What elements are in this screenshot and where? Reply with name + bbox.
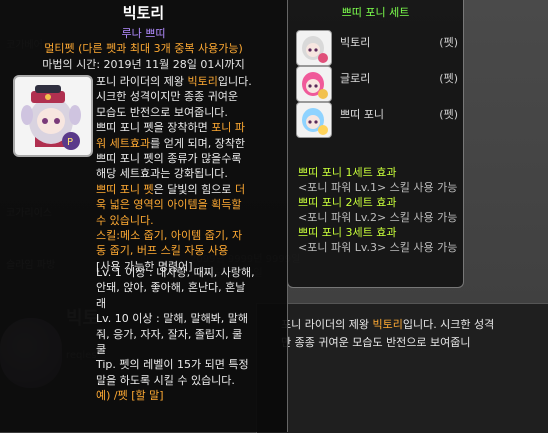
item-rarity: 루나 쁘띠 [121,27,166,40]
item-description: 포니 라이더의 제왕 빅토리입니다. 시크한 성격이지만 종종 귀여운 모습도 반전… [96,74,282,274]
set-pet-item: 빅토리 (펫) [296,30,458,66]
description-line: 동 줍기, 버프 스킬 자동 사용 [96,243,282,258]
pet-thumbnail-icon [296,102,332,138]
command-line: 래 [96,296,282,311]
description-line-segment: 동 줍기, 버프 스킬 자동 사용 [96,244,229,258]
command-line-segment: 말을 하도록 시킬 수 있습니다. [96,373,235,387]
magic-time: 마법의 시간: 2019년 11월 28일 01시까지 [42,58,245,71]
pet-icon: P [13,75,93,157]
command-line-segment: 쿨 [96,343,107,357]
pet-thumbnail-icon [296,30,332,66]
command-line: Lv. 1 이상 : 내사랑, 때찌, 사랑해, [96,265,282,280]
description-line-segment: 욱 넓은 영역의 아이템을 획득할 [96,198,242,212]
description-line-segment: 시크한 성격이지만 종종 귀여운 [96,90,239,104]
item-tooltip: 빅토리 루나 쁘띠 멀티펫 (다른 펫과 최대 3개 중복 사용가능) 마법의 … [0,0,288,432]
set-pet-item: 쁘띠 포니 (펫) [296,102,458,138]
panel-line: 포니 라이더의 제왕 빅토리입니다. 시크한 성격 [281,316,545,334]
description-line-segment: 를 얻게 되며, 장착한 [150,136,246,150]
set-pet-name: 쁘띠 포니 [340,108,384,121]
command-line-segment: Lv. 10 이상 : 말해, 말해봐, 말해 [96,312,249,326]
description-line-segment: 워 세트효과 [96,136,151,150]
description-line-segment: 포니 파 [211,121,246,135]
description-line-segment: 스킬:메소 줍기, 아이템 줍기, 자 [96,229,243,243]
description-line: 스킬:메소 줍기, 아이템 줍기, 자 [96,228,282,243]
description-line: 쁘띠 포니 펫을 장착하면 포니 파 [96,120,282,135]
set-pet-name: 빅토리 [340,36,371,49]
description-line-segment: 은 달빛의 힘으로 [153,182,235,196]
description-line: 해당 세트효과는 강화됩니다. [96,166,282,181]
multi-pet-note: 멀티펫 (다른 펫과 최대 3개 중복 사용가능) [44,42,243,55]
command-line-segment: 래 [96,296,107,310]
command-line-segment: 안돼, 앉아, 좋아해, 혼난다, 혼날 [96,281,246,295]
svg-text:P: P [67,137,73,148]
description-line-segment: 더 [234,182,246,196]
description-line-segment: 쁘띠 포니 펫 [96,182,154,196]
panel-line-segment: 포니 라이더의 제왕 [281,318,373,331]
set-effect-detail: <포니 파워 Lv.3> 스킬 사용 가능 [298,241,458,254]
description-line-segment: 포니 라이더의 제왕 [96,75,188,88]
command-line-segment: 예) /펫 [할 말] [96,389,164,403]
set-pet-item: 글로리 (펫) [296,66,458,102]
item-title: 빅토리 [122,4,165,22]
panel-line-segment: 빅토리 [372,318,403,331]
pet-thumbnail-icon [296,66,332,102]
set-pet-tag: (펫) [439,72,458,85]
description-line: 욱 넓은 영역의 아이템을 획득할 [96,197,282,212]
command-line: Lv. 10 이상 : 말해, 말해봐, 말해 [96,311,282,326]
command-line-segment: Lv. 1 이상 : 내사랑, 때찌, 사랑해, [96,266,255,279]
set-pet-name: 글로리 [340,72,371,85]
set-effect-detail: <포니 파워 Lv.1> 스킬 사용 가능 [298,181,458,194]
command-line: 쿨 [96,342,282,357]
panel-line-segment: 입니다. 시크한 성격 [402,318,495,331]
description-line-segment: 모습도 반전으로 보여줍니다. [96,105,228,119]
set-effect-header: 쁘띠 포니 3세트 효과 [298,226,397,239]
set-pet-tag: (펫) [439,108,458,121]
set-title: 쁘띠 포니 세트 [341,6,410,19]
command-line: 안돼, 앉아, 좋아해, 혼난다, 혼날 [96,280,282,295]
description-line: 모습도 반전으로 보여줍니다. [96,105,282,120]
pet-description-text: 포니 라이더의 제왕 빅토리입니다. 시크한 성격만 종종 귀여운 모습도 반전… [281,316,545,352]
set-effect-header: 쁘띠 포니 2세트 효과 [298,196,397,209]
panel-line: 만 종종 귀여운 모습도 반전으로 보여줍니 [281,334,545,352]
command-line: 예) /펫 [할 말] [96,388,282,403]
panel-line-segment: 만 종종 귀여운 모습도 반전으로 보여줍니 [281,336,471,349]
item-commands: Lv. 1 이상 : 내사랑, 때찌, 사랑해, 안돼, 앉아, 좋아해, 혼난다… [96,265,282,404]
set-effect-header: 쁘띠 포니 1세트 효과 [298,166,397,179]
pet-description-panel: 포니 라이더의 제왕 빅토리입니다. 시크한 성격만 종종 귀여운 모습도 반전… [256,303,548,433]
command-line: Tip. 펫의 레벨이 15가 되면 특정 [96,357,282,372]
description-line: 포니 라이더의 제왕 빅토리입니다. [96,74,282,89]
command-line: 말을 하도록 시킬 수 있습니다. [96,373,282,388]
command-line-segment: Tip. 펫의 레벨이 15가 되면 특정 [96,358,249,372]
description-line: 쁘띠 포니 펫은 달빛의 힘으로 더 [96,182,282,197]
description-line: 워 세트효과를 얻게 되며, 장착한 [96,136,282,151]
description-line-segment: 쁘띠 포니 펫을 장착하면 [96,121,212,135]
set-effect-detail: <포니 파워 Lv.2> 스킬 사용 가능 [298,211,458,224]
description-line-segment: 빅토리 [187,75,218,88]
description-line: 쁘띠 포니 펫의 종류가 많을수록 [96,151,282,166]
description-line: 수 있습니다. [96,213,282,228]
set-pet-tag: (펫) [439,36,458,49]
description-line-segment: 쁘띠 포니 펫의 종류가 많을수록 [96,152,242,166]
description-line-segment: 수 있습니다. [96,213,154,227]
description-line: 시크한 성격이지만 종종 귀여운 [96,89,282,104]
description-line-segment: 해당 세트효과는 강화됩니다. [96,167,228,181]
command-line: 줘, 응가, 자자, 잘자, 졸립지, 쿨 [96,327,282,342]
set-effect-tooltip: 쁘띠 포니 세트 빅토리 (펫) 글로리 (펫) 쁘띠 포니 (펫) 쁘띠 포니 1세트 … [287,0,464,288]
description-line-segment: 입니다. [217,75,252,88]
command-line-segment: 줘, 응가, 자자, 잘자, 졸립지, 쿨 [96,327,243,341]
